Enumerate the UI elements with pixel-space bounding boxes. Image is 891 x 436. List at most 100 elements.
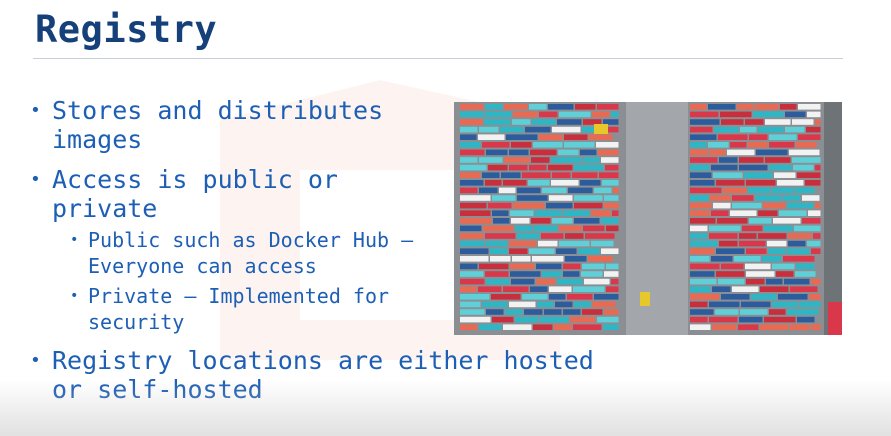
shipping-container	[690, 225, 708, 232]
shipping-container	[709, 149, 726, 156]
shipping-container	[460, 316, 491, 323]
shipping-container	[748, 142, 768, 148]
shipping-container	[549, 294, 566, 300]
shipping-container	[765, 119, 791, 125]
shipping-container	[580, 149, 597, 156]
shipping-container	[762, 256, 782, 262]
shipping-container	[573, 324, 602, 330]
shipping-container	[745, 119, 764, 125]
shipping-container	[556, 248, 577, 254]
shipping-container	[805, 180, 821, 186]
shipping-container	[537, 301, 554, 308]
shipping-container	[740, 309, 768, 315]
shipping-container	[795, 271, 816, 277]
shipping-container	[511, 218, 530, 224]
shipping-container	[766, 278, 783, 285]
shipping-container	[739, 157, 764, 163]
shipping-container	[574, 218, 600, 224]
shipping-container	[709, 225, 741, 232]
shipping-container	[720, 111, 752, 118]
shipping-container	[690, 195, 709, 201]
shipping-container	[601, 157, 619, 163]
shipping-container	[790, 324, 810, 330]
shipping-container	[552, 218, 573, 224]
shipping-container	[802, 218, 821, 224]
shipping-container	[734, 256, 761, 262]
shipping-container	[510, 263, 535, 270]
shipping-container	[690, 164, 710, 171]
shipping-container	[739, 164, 768, 171]
shipping-container	[690, 233, 708, 239]
shipping-container	[717, 218, 748, 224]
shipping-container	[723, 187, 747, 194]
shipping-container	[510, 271, 541, 277]
shipping-container	[690, 142, 707, 148]
shipping-container	[690, 263, 720, 270]
shipping-container	[769, 164, 792, 171]
shipping-container	[460, 149, 485, 156]
shipping-container	[746, 278, 765, 285]
shipping-container	[597, 316, 619, 323]
shipping-container	[813, 233, 821, 239]
shipping-container	[788, 240, 806, 247]
shipping-container	[549, 195, 573, 201]
title-divider	[33, 58, 843, 59]
shipping-container	[563, 309, 581, 315]
shipping-container	[538, 240, 558, 247]
shipping-container	[732, 202, 762, 209]
shipping-container	[492, 210, 509, 216]
shipping-container	[690, 149, 708, 156]
shipping-container	[478, 286, 502, 292]
shipping-container	[708, 104, 736, 110]
shipping-container	[690, 111, 719, 118]
shipping-container	[787, 202, 814, 209]
bullet-dot: •	[70, 288, 79, 304]
shipping-container	[751, 294, 777, 300]
yard-road-right	[824, 102, 842, 335]
sub-bullet-text: Private – Implemented for security	[88, 284, 390, 334]
shipping-container	[712, 324, 737, 330]
shipping-container	[504, 157, 530, 163]
shipping-container	[486, 278, 510, 285]
shipping-container	[708, 142, 729, 148]
shipping-container	[793, 164, 814, 171]
shipping-container	[536, 263, 562, 270]
shipping-container	[460, 202, 487, 209]
shipping-container	[585, 233, 615, 239]
shipping-container	[772, 187, 794, 194]
shipping-container	[583, 225, 605, 232]
shipping-container	[690, 157, 718, 163]
shipping-container	[769, 142, 795, 148]
bullet-text: Stores and distributes images	[52, 96, 384, 154]
shipping-container	[783, 256, 815, 262]
yard-road	[626, 102, 688, 335]
shipping-container	[563, 271, 580, 277]
shipping-container	[768, 248, 786, 254]
shipping-container	[460, 180, 484, 186]
shipping-container	[492, 316, 514, 323]
shipping-container	[807, 111, 821, 118]
shipping-container	[530, 286, 548, 292]
shipping-container	[479, 187, 498, 194]
shipping-container	[460, 286, 477, 292]
shipping-container	[737, 104, 754, 110]
shipping-container	[767, 240, 787, 247]
container-yard-image	[454, 102, 842, 335]
shipping-container	[460, 142, 481, 148]
shipping-container	[532, 256, 564, 262]
shipping-container	[460, 187, 478, 194]
sub-bullet-item: • Private – Implemented for security	[30, 283, 428, 335]
shipping-container	[540, 316, 569, 323]
container-yard-illustration	[454, 102, 842, 335]
shipping-container	[815, 202, 821, 209]
shipping-container	[713, 202, 731, 209]
shipping-container	[460, 126, 478, 133]
shipping-container	[541, 233, 564, 239]
yard-vehicle	[640, 292, 650, 306]
shipping-container	[777, 180, 804, 186]
shipping-container	[753, 111, 784, 118]
shipping-container	[486, 149, 508, 156]
shipping-container	[460, 172, 481, 178]
shipping-container	[460, 104, 484, 110]
shipping-container	[482, 301, 508, 308]
